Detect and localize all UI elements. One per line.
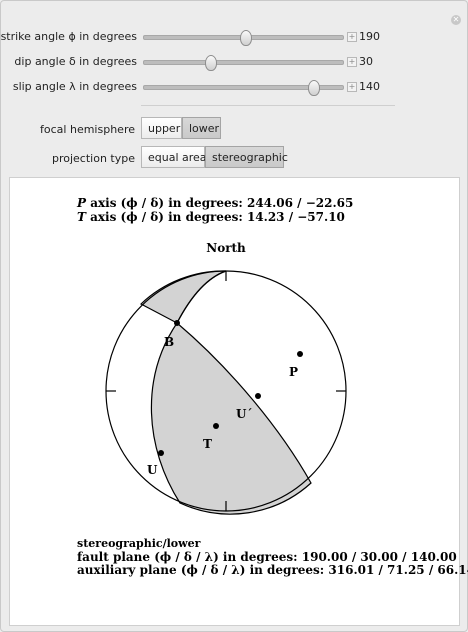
strike-slider-label: strike angle ϕ in degrees — [0, 30, 137, 43]
hemisphere-lower-button[interactable]: lower — [182, 117, 221, 139]
dip-slider-thumb[interactable] — [204, 55, 217, 71]
u-prime-label: U´ — [236, 407, 252, 421]
output-pane: P axis (ϕ / δ) in degrees: 244.06 / −22.… — [9, 177, 468, 626]
projection-label: projection type — [51, 152, 135, 165]
slip-value: 140 — [359, 80, 380, 93]
close-icon[interactable]: ✕ — [451, 15, 461, 25]
shaded-quadrant-lower — [150, 322, 312, 515]
dip-expand-plus-icon[interactable]: + — [347, 57, 357, 67]
slip-slider-row: slip angle λ in degrees + 140 — [1, 78, 468, 96]
u-label: U — [147, 463, 158, 477]
slip-slider-label: slip angle λ in degrees — [12, 80, 137, 93]
slip-slider-thumb[interactable] — [308, 80, 321, 96]
dip-slider-label: dip angle δ in degrees — [14, 55, 137, 68]
t-axis-point — [213, 423, 219, 429]
p-label: P — [289, 365, 298, 379]
dip-value: 30 — [359, 55, 373, 68]
strike-slider-row: strike angle ϕ in degrees + 190 — [1, 28, 468, 46]
hemisphere-upper-button[interactable]: upper — [141, 117, 182, 139]
hemisphere-label: focal hemisphere — [40, 123, 135, 136]
auxiliary-plane-line: auxiliary plane (ϕ / δ / λ) in degrees: … — [77, 563, 468, 577]
mode-caption: stereographic/lower — [77, 537, 201, 550]
dip-slider-row: dip angle δ in degrees + 30 — [1, 53, 468, 71]
slip-slider[interactable] — [143, 80, 344, 96]
b-label: B — [164, 335, 174, 349]
slip-expand-plus-icon[interactable]: + — [347, 82, 357, 92]
t-label: T — [203, 437, 212, 451]
b-axis-point — [174, 320, 180, 326]
p-axis-point — [297, 351, 303, 357]
strike-slider-thumb[interactable] — [240, 30, 253, 46]
dip-slider[interactable] — [143, 55, 344, 71]
manipulate-panel: ✕ strike angle ϕ in degrees + 190 dip an… — [0, 0, 468, 632]
north-label: North — [206, 241, 246, 255]
strike-expand-plus-icon[interactable]: + — [347, 32, 357, 42]
u-point — [158, 450, 164, 456]
projection-stereographic-button[interactable]: stereographic — [205, 146, 288, 168]
strike-slider[interactable] — [143, 30, 344, 46]
fault-plane-line: fault plane (ϕ / δ / λ) in degrees: 190.… — [77, 550, 457, 564]
u-prime-point — [255, 393, 261, 399]
controls-divider — [141, 105, 395, 106]
strike-value: 190 — [359, 30, 380, 43]
projection-equal-area-button[interactable]: equal area — [141, 146, 207, 168]
